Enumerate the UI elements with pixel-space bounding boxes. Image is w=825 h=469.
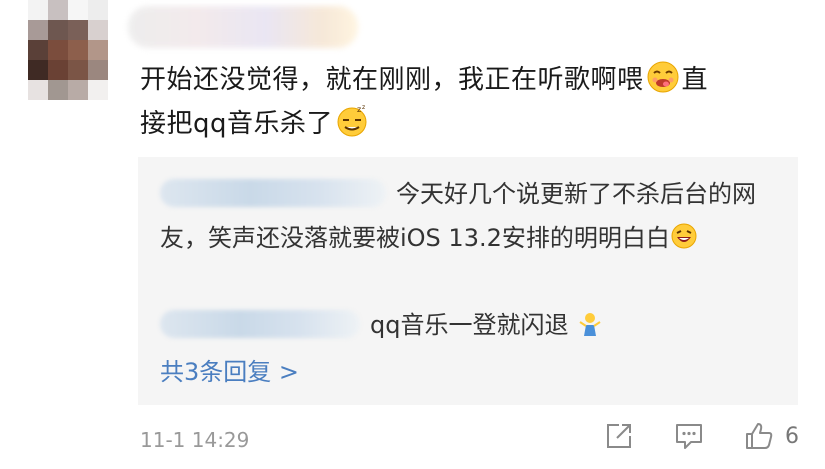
comment-actions: 6 xyxy=(565,420,799,452)
avatar[interactable] xyxy=(28,0,108,100)
shrug-figure-icon xyxy=(576,309,604,337)
comment-body: 开始还没觉得，就在刚刚，我正在听歌啊喂 直 接把qq音乐杀了 z z xyxy=(140,58,800,146)
svg-text:z: z xyxy=(357,105,362,114)
reply-item[interactable]: 今天好几个说更新了不杀后台的网友，笑声还没落就要被iOS 13.2安排的明明白白 xyxy=(160,172,780,260)
reply-author-blurred[interactable] xyxy=(160,310,360,338)
like-count: 6 xyxy=(785,423,799,449)
view-all-replies-link[interactable]: 共3条回复 > xyxy=(160,350,299,394)
comment-timestamp: 11-1 14:29 xyxy=(140,428,250,452)
replies-panel: 今天好几个说更新了不杀后台的网友，笑声还没落就要被iOS 13.2安排的明明白白… xyxy=(138,157,798,405)
reply-text: qq音乐一登就闪退 xyxy=(370,311,569,339)
comment-icon[interactable] xyxy=(673,420,705,452)
comment-text-line1-end: 直 xyxy=(681,65,709,95)
username-blurred[interactable] xyxy=(128,6,358,48)
laughing-face-icon xyxy=(670,222,698,250)
thumbs-up-icon[interactable] xyxy=(743,420,775,452)
svg-text:z: z xyxy=(362,104,366,111)
yum-face-icon xyxy=(646,60,680,94)
reply-author-blurred[interactable] xyxy=(160,179,386,207)
comment-text-line1: 开始还没觉得，就在刚刚，我正在听歌啊喂 xyxy=(140,65,644,95)
comment-text-line2: 接把qq音乐杀了 xyxy=(140,109,334,139)
reply-item[interactable]: qq音乐一登就闪退 xyxy=(160,303,780,347)
share-icon[interactable] xyxy=(603,420,635,452)
sleepy-face-icon: z z xyxy=(335,104,369,138)
comment-card: 开始还没觉得，就在刚刚，我正在听歌啊喂 直 接把qq音乐杀了 z z 今天好几个… xyxy=(0,0,825,469)
